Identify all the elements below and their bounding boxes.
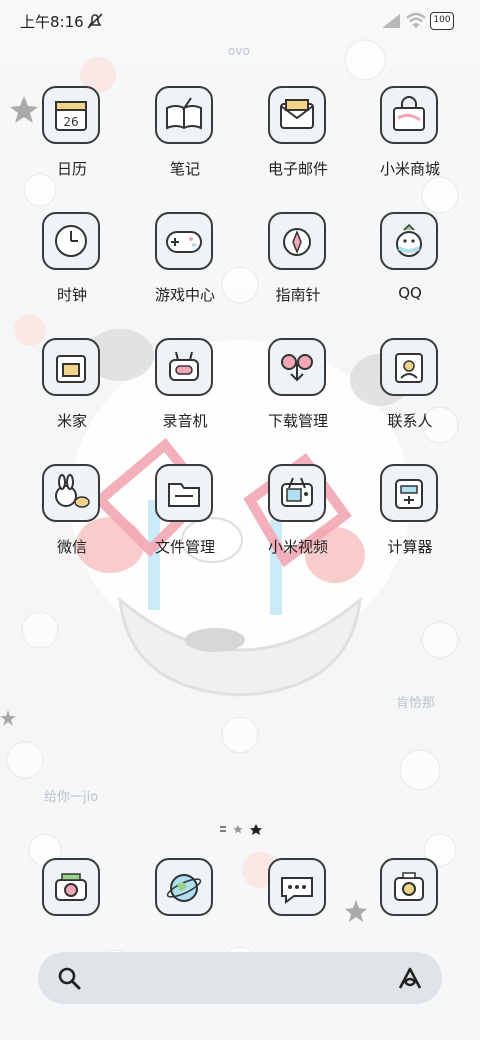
app-label: 计算器: [387, 538, 433, 556]
app-downloads[interactable]: 下载管理: [248, 338, 348, 448]
home-device-icon: [42, 338, 100, 396]
app-label: 文件管理: [154, 538, 215, 556]
app-wechat[interactable]: 微信: [22, 464, 122, 574]
app-notes[interactable]: 笔记: [135, 86, 235, 196]
app-mi-home[interactable]: 米家: [22, 338, 122, 448]
app-email[interactable]: 电子邮件: [248, 86, 348, 196]
app-label: 指南针: [275, 286, 321, 304]
mute-icon: [87, 13, 103, 29]
envelope-icon: [268, 86, 326, 144]
app-label: 下载管理: [267, 412, 328, 430]
search-icon[interactable]: [56, 965, 82, 991]
app-label: 微信: [56, 538, 87, 556]
app-label: 小米商城: [379, 160, 440, 178]
camera-icon: [42, 858, 100, 916]
app-compass[interactable]: 指南针: [248, 212, 348, 322]
app-calculator[interactable]: 计算器: [360, 464, 460, 574]
app-qq[interactable]: QQ: [360, 212, 460, 322]
app-label: 游戏中心: [154, 286, 215, 304]
gamepad-icon: [155, 212, 213, 270]
notebook-icon: [155, 86, 213, 144]
camera-app-icon: [380, 858, 438, 916]
app-game-center[interactable]: 游戏中心: [135, 212, 235, 322]
app-label: 联系人: [387, 412, 433, 430]
app-contacts[interactable]: 联系人: [360, 338, 460, 448]
message-bubble-icon: [268, 858, 326, 916]
battery-indicator: 100: [430, 12, 454, 30]
calendar-day: 26: [63, 115, 78, 129]
contacts-icon: [380, 338, 438, 396]
app-label: QQ: [398, 284, 422, 302]
app-label: 日历: [56, 160, 87, 178]
app-label: 小米视频: [267, 538, 328, 556]
app-calendar[interactable]: 26 日历: [22, 86, 122, 196]
dock: [0, 858, 480, 928]
search-bar[interactable]: [38, 952, 442, 1004]
status-time: 上午8:16: [20, 13, 84, 31]
app-mi-video[interactable]: 小米视频: [248, 464, 348, 574]
browser-globe-icon: [155, 858, 213, 916]
tv-icon: [268, 464, 326, 522]
signal-icon: [382, 14, 400, 28]
app-label: 录音机: [162, 412, 208, 430]
shopping-bag-icon: [380, 86, 438, 144]
recorder-icon: [155, 338, 213, 396]
wallpaper-text-left: 给你一jio: [44, 790, 99, 805]
clock-icon: [42, 212, 100, 270]
app-recorder[interactable]: 录音机: [135, 338, 235, 448]
chat-bunny-icon: [42, 464, 100, 522]
calendar-icon: 26: [42, 86, 100, 144]
assistant-logo-icon[interactable]: [396, 964, 424, 992]
penguin-icon: [380, 212, 438, 270]
app-file-manager[interactable]: 文件管理: [135, 464, 235, 574]
page-indicator[interactable]: [218, 822, 266, 836]
calculator-icon: [380, 464, 438, 522]
download-icon: [268, 338, 326, 396]
app-label: 米家: [56, 412, 87, 430]
folder-icon: [155, 464, 213, 522]
app-label: 电子邮件: [267, 160, 328, 178]
compass-icon: [268, 212, 326, 270]
app-mi-store[interactable]: 小米商城: [360, 86, 460, 196]
wallpaper-text-ovo: ovo: [228, 44, 250, 58]
status-bar: 上午8:16 100: [0, 0, 480, 44]
app-label: 时钟: [56, 286, 87, 304]
wifi-icon: [406, 12, 426, 28]
app-clock[interactable]: 时钟: [22, 212, 122, 322]
app-label: 笔记: [169, 160, 200, 178]
wallpaper-text-right: 肯恰那: [396, 696, 436, 711]
